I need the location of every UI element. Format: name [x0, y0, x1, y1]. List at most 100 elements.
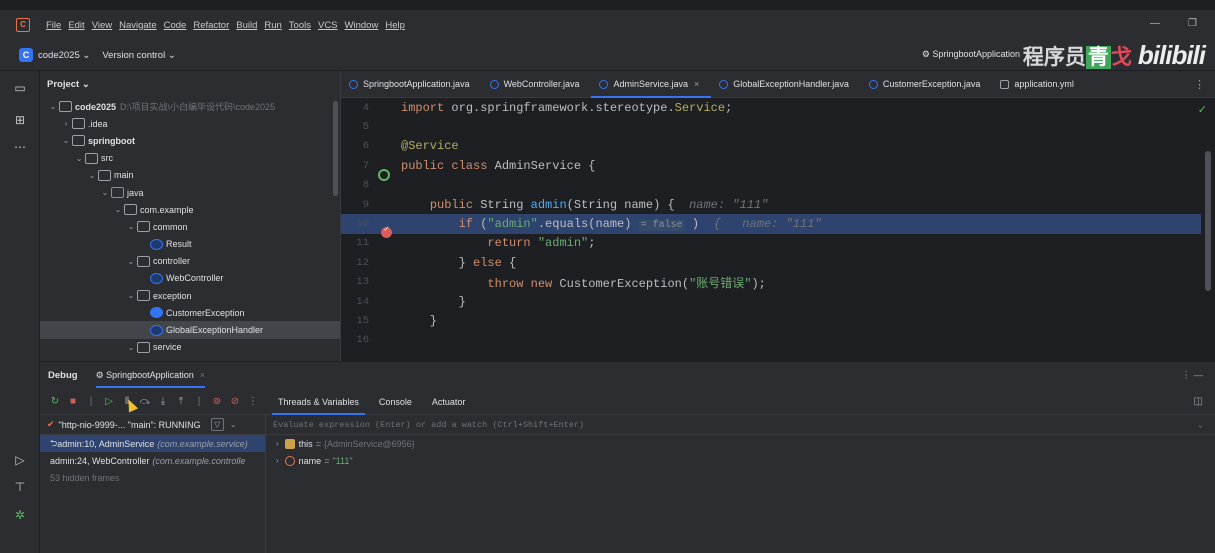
- rerun-icon[interactable]: ↻: [48, 395, 62, 409]
- more-tools-icon[interactable]: ⋯: [12, 139, 28, 155]
- debug-bug-icon[interactable]: ✲: [12, 507, 28, 523]
- step-out-icon[interactable]: ⤒: [174, 395, 188, 409]
- tree-item[interactable]: Result: [40, 236, 340, 253]
- tree-item[interactable]: ⌄ com.example: [40, 201, 340, 218]
- tree-item[interactable]: ⌄ service: [40, 339, 340, 356]
- debug-tab[interactable]: Threads & Variables: [272, 389, 365, 415]
- menu-view[interactable]: View: [92, 20, 112, 31]
- tree-item[interactable]: ⌄ springboot: [40, 132, 340, 149]
- variable-row[interactable]: › this = {AdminService@6956}: [266, 435, 1215, 452]
- tree-item[interactable]: GlobalExceptionHandler: [40, 321, 340, 339]
- menu-vcs[interactable]: VCS: [318, 20, 338, 31]
- menu-edit[interactable]: Edit: [68, 20, 84, 31]
- chevron-down-icon[interactable]: ⌄: [73, 154, 85, 163]
- tree-item[interactable]: ⌄ main: [40, 167, 340, 184]
- close-tab-icon[interactable]: ×: [694, 79, 699, 89]
- layout-icon[interactable]: ◫: [1194, 396, 1203, 407]
- close-session-icon[interactable]: ×: [200, 370, 205, 380]
- line-number[interactable]: 15: [341, 315, 369, 327]
- tree-item[interactable]: WebController: [40, 270, 340, 287]
- run-icon[interactable]: ▷: [12, 452, 28, 468]
- resume-icon[interactable]: ▷: [102, 395, 116, 409]
- mute-breakpoints-icon[interactable]: ⊘: [228, 395, 242, 409]
- watch-input[interactable]: Evaluate expression (Enter) or add a wat…: [266, 415, 1215, 435]
- more-actions-icon[interactable]: ⋮: [246, 395, 260, 409]
- watch-options-icon[interactable]: ⌄: [1198, 420, 1203, 430]
- menu-refactor[interactable]: Refactor: [193, 20, 229, 31]
- menu-run[interactable]: Run: [264, 20, 281, 31]
- chevron-down-icon[interactable]: ⌄: [86, 171, 98, 180]
- menu-file[interactable]: File: [46, 20, 61, 31]
- stack-frame[interactable]: 53 hidden frames: [40, 469, 265, 486]
- menu-tools[interactable]: Tools: [289, 20, 311, 31]
- chevron-right-icon[interactable]: ›: [276, 439, 279, 448]
- chevron-down-icon[interactable]: ⌄: [60, 136, 72, 145]
- chevron-down-icon[interactable]: ⌄: [125, 291, 137, 300]
- chevron-down-icon[interactable]: ⌄: [230, 420, 237, 429]
- project-selector[interactable]: code2025 ⌄: [38, 50, 90, 61]
- debug-session-tab[interactable]: ⚙ SpringbootApplication ×: [95, 370, 205, 388]
- stop-icon[interactable]: ■: [66, 395, 80, 409]
- project-scrollbar[interactable]: [333, 101, 338, 196]
- line-number[interactable]: 12: [341, 257, 369, 269]
- chevron-down-icon[interactable]: ⌄: [125, 257, 137, 266]
- project-panel-header[interactable]: Project ⌄: [40, 71, 340, 98]
- chevron-right-icon[interactable]: ›: [60, 119, 72, 128]
- chevron-right-icon[interactable]: ›: [276, 456, 279, 465]
- chevron-down-icon[interactable]: ⌄: [125, 222, 137, 231]
- chevron-down-icon[interactable]: ⌄: [112, 205, 124, 214]
- variable-row[interactable]: › name = "111": [266, 452, 1215, 469]
- line-number[interactable]: 16: [341, 334, 369, 346]
- tree-item[interactable]: › .idea: [40, 115, 340, 132]
- thread-selector[interactable]: ✔ "http-nio-9999-... "main": RUNNING ▽ ⌄: [40, 415, 265, 435]
- line-number[interactable]: 7: [341, 160, 369, 172]
- editor-tab[interactable]: application.yml: [992, 71, 1086, 98]
- chevron-down-icon[interactable]: ⌄: [99, 188, 111, 197]
- tree-item[interactable]: ⌄ common: [40, 218, 340, 235]
- debug-header-actions[interactable]: ⋮ —: [1181, 370, 1203, 381]
- menu-window[interactable]: Window: [345, 20, 379, 31]
- app-logo-icon[interactable]: C: [16, 18, 30, 32]
- restore-icon[interactable]: ❐: [1188, 18, 1197, 29]
- project-badge[interactable]: C: [19, 48, 33, 62]
- stack-frame[interactable]: ⮌ admin:10, AdminService (com.example.ser…: [40, 435, 265, 452]
- line-number[interactable]: 10: [341, 218, 369, 230]
- view-breakpoints-icon[interactable]: ⊚: [210, 395, 224, 409]
- step-over-icon[interactable]: ⤼: [138, 395, 152, 409]
- tree-item[interactable]: ⌄ exception: [40, 287, 340, 304]
- debug-tab[interactable]: Console: [373, 389, 418, 415]
- line-number[interactable]: 11: [341, 237, 369, 249]
- menu-navigate[interactable]: Navigate: [119, 20, 157, 31]
- structure-icon[interactable]: ⊞: [12, 112, 28, 128]
- tabs-more-icon[interactable]: ⋮: [1194, 78, 1205, 91]
- editor-tab[interactable]: SpringbootApplication.java: [341, 71, 482, 98]
- tree-item[interactable]: ⌄ src: [40, 150, 340, 167]
- editor-tab[interactable]: CustomerException.java: [861, 71, 993, 98]
- chevron-down-icon[interactable]: ⌄: [47, 102, 59, 111]
- line-number[interactable]: 8: [341, 179, 369, 191]
- line-number[interactable]: 14: [341, 296, 369, 308]
- line-number[interactable]: 5: [341, 121, 369, 133]
- debug-tab[interactable]: Actuator: [426, 389, 472, 415]
- terminal-icon[interactable]: ⊤: [12, 479, 28, 495]
- line-number[interactable]: 9: [341, 199, 369, 211]
- tree-item[interactable]: CustomerException: [40, 304, 340, 321]
- editor-scrollbar[interactable]: [1205, 151, 1211, 291]
- run-config-selector[interactable]: ⚙ SpringbootApplication: [922, 49, 1020, 60]
- minimize-icon[interactable]: —: [1150, 18, 1160, 29]
- line-number[interactable]: 4: [341, 102, 369, 114]
- tree-item[interactable]: ⌄ java: [40, 184, 340, 201]
- step-into-icon[interactable]: ⤓: [156, 395, 170, 409]
- editor-tab[interactable]: GlobalExceptionHandler.java: [711, 71, 861, 98]
- project-folder-icon[interactable]: ▭: [12, 80, 28, 96]
- chevron-down-icon[interactable]: ⌄: [125, 343, 137, 352]
- filter-icon[interactable]: ▽: [210, 418, 224, 431]
- line-number[interactable]: 13: [341, 276, 369, 288]
- menu-build[interactable]: Build: [236, 20, 257, 31]
- menu-help[interactable]: Help: [385, 20, 405, 31]
- version-control-menu[interactable]: Version control ⌄: [102, 50, 175, 61]
- stack-frame[interactable]: admin:24, WebController (com.example.cont…: [40, 452, 265, 469]
- menu-code[interactable]: Code: [164, 20, 187, 31]
- editor-tab[interactable]: AdminService.java ×: [591, 71, 712, 98]
- tree-item[interactable]: ⌄ code2025 D:\项目实战\小白编毕设代码\code2025: [40, 98, 340, 115]
